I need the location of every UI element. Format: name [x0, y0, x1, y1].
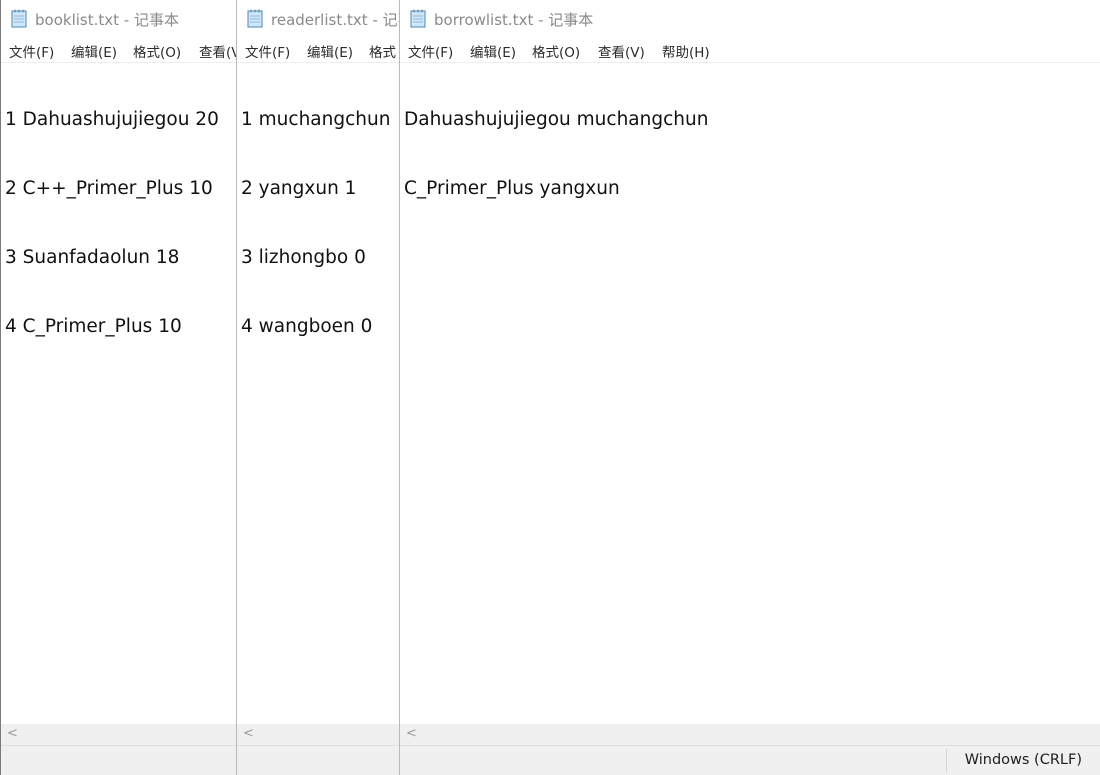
menu-file[interactable]: 文件(F): [9, 41, 54, 61]
menu-edit[interactable]: 编辑(E): [71, 41, 117, 61]
window-title: readerlist.txt - 记事本: [271, 11, 401, 29]
menu-format[interactable]: 格式(O): [133, 41, 181, 61]
menu-bar: 文件(F) 编辑(E) 格式: [237, 39, 401, 61]
text-line: 4 C_Primer_Plus 10: [5, 316, 182, 337]
text-editor[interactable]: Dahuashujujiegou muchangchun C_Primer_Pl…: [404, 64, 1100, 244]
status-bar: [1, 745, 237, 775]
menu-edit[interactable]: 编辑(E): [470, 41, 516, 61]
menu-help[interactable]: 帮助(H): [662, 41, 710, 61]
notepad-icon: [247, 9, 263, 28]
text-line: 2 C++_Primer_Plus 10: [5, 178, 213, 199]
notepad-icon: [11, 9, 27, 28]
window-title: booklist.txt - 记事本: [35, 11, 179, 29]
menu-edit[interactable]: 编辑(E): [307, 41, 353, 61]
text-editor[interactable]: 1 muchangchun 2 yangxun 1 3 lizhongbo 0 …: [241, 64, 401, 382]
text-line: 3 Suanfadaolun 18: [5, 247, 180, 268]
text-line: 2 yangxun 1: [241, 178, 357, 199]
text-line: 1 muchangchun: [241, 109, 391, 130]
text-line: 3 lizhongbo 0: [241, 247, 366, 268]
menu-format[interactable]: 格式(O): [532, 41, 580, 61]
scroll-left-arrow-icon[interactable]: <: [406, 726, 417, 741]
scroll-left-arrow-icon[interactable]: <: [7, 726, 18, 741]
text-line: Dahuashujujiegou muchangchun: [404, 109, 709, 130]
divider: [1, 62, 237, 63]
title-bar[interactable]: readerlist.txt - 记事本: [237, 0, 401, 37]
window-title: borrowlist.txt - 记事本: [434, 11, 594, 29]
menu-file[interactable]: 文件(F): [408, 41, 453, 61]
text-editor[interactable]: 1 Dahuashujujiegou 20 2 C++_Primer_Plus …: [5, 64, 237, 382]
divider: [400, 62, 1100, 63]
menu-view[interactable]: 查看(V): [199, 41, 237, 61]
horizontal-scrollbar[interactable]: <: [237, 724, 401, 745]
title-bar[interactable]: booklist.txt - 记事本: [1, 0, 237, 37]
status-bar: Windows (CRLF): [400, 745, 1100, 775]
text-line: 1 Dahuashujujiegou 20: [5, 109, 219, 130]
notepad-window-borrowlist[interactable]: borrowlist.txt - 记事本 文件(F) 编辑(E) 格式(O) 查…: [399, 0, 1100, 775]
notepad-icon: [410, 9, 426, 28]
text-line: 4 wangboen 0: [241, 316, 373, 337]
horizontal-scrollbar[interactable]: <: [400, 724, 1100, 745]
menu-bar: 文件(F) 编辑(E) 格式(O) 查看(V) 帮助(H): [400, 39, 1100, 61]
notepad-window-booklist[interactable]: booklist.txt - 记事本 文件(F) 编辑(E) 格式(O) 查看(…: [0, 0, 237, 775]
horizontal-scrollbar[interactable]: <: [1, 724, 237, 745]
menu-format[interactable]: 格式: [369, 41, 396, 61]
menu-bar: 文件(F) 编辑(E) 格式(O) 查看(V): [1, 39, 237, 61]
status-divider: [946, 749, 947, 773]
scroll-left-arrow-icon[interactable]: <: [243, 726, 254, 741]
text-line: C_Primer_Plus yangxun: [404, 178, 620, 199]
divider: [237, 62, 401, 63]
line-ending-status: Windows (CRLF): [964, 752, 1082, 768]
status-bar: [237, 745, 401, 775]
menu-file[interactable]: 文件(F): [245, 41, 290, 61]
title-bar[interactable]: borrowlist.txt - 记事本: [400, 0, 1100, 37]
menu-view[interactable]: 查看(V): [598, 41, 645, 61]
notepad-window-readerlist[interactable]: readerlist.txt - 记事本 文件(F) 编辑(E) 格式 1 mu…: [236, 0, 401, 775]
